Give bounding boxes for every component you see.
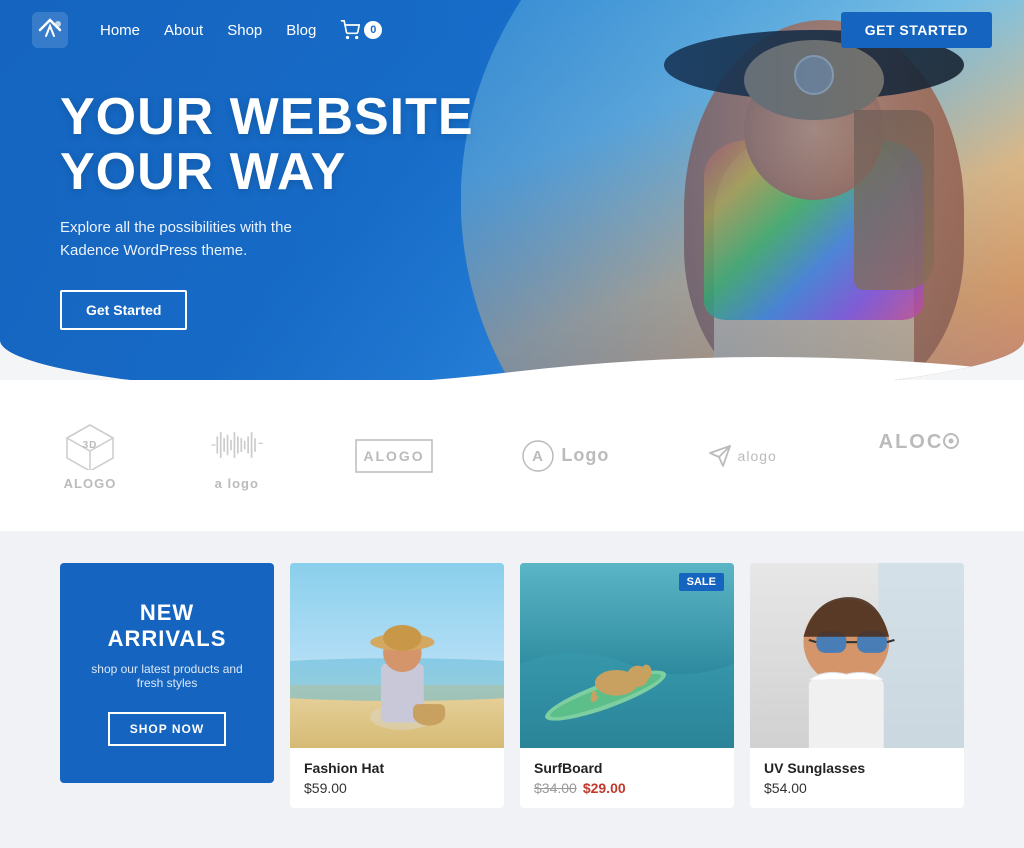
product-name-hat: Fashion Hat: [304, 760, 490, 776]
price-sale-surf: $29.00: [583, 780, 626, 796]
logos-strip: 3D ALOGO: [0, 380, 1024, 531]
navbar: Home About Shop Blog 0 GET STARTED: [0, 0, 1024, 60]
logo-5: alogo: [697, 431, 787, 481]
logo-1-text: ALOGO: [64, 476, 117, 491]
product-name-surf: SurfBoard: [534, 760, 720, 776]
product-image-glasses: [750, 563, 964, 748]
nav-links: Home About Shop Blog 0: [100, 20, 841, 40]
hero-title: YOUR WEBSITE YOUR WAY: [60, 90, 474, 199]
nav-home[interactable]: Home: [100, 22, 140, 39]
product-info-hat: Fashion Hat $59.00: [290, 748, 504, 808]
logo-4: A Logo: [520, 431, 610, 481]
svg-text:A: A: [532, 448, 544, 465]
cart-button[interactable]: 0: [340, 20, 382, 40]
nav-blog[interactable]: Blog: [286, 22, 316, 39]
hero-subtitle: Explore all the possibilities with theKa…: [60, 217, 474, 262]
product-price-glasses: $54.00: [764, 780, 950, 796]
cart-count: 0: [364, 21, 382, 39]
logo-1: 3D ALOGO: [60, 420, 120, 491]
price-original-surf: $34.00: [534, 780, 577, 796]
product-price-hat: $59.00: [304, 780, 490, 796]
logo-2-text: a logo: [215, 476, 259, 491]
product-info-surf: SurfBoard $34.00 $29.00: [520, 748, 734, 808]
product-image-surf: SALE: [520, 563, 734, 748]
site-logo[interactable]: [32, 12, 68, 48]
new-arrivals-subtitle: shop our latest products and fresh style…: [84, 662, 250, 690]
nav-shop[interactable]: Shop: [227, 22, 262, 39]
svg-text:3D: 3D: [82, 440, 97, 451]
logo-3: ALOGO: [354, 431, 434, 481]
logo-2: a logo: [207, 420, 267, 491]
product-price-surf: $34.00 $29.00: [534, 780, 720, 796]
sale-badge: SALE: [679, 573, 724, 591]
product-surfboard: SALE: [520, 563, 734, 808]
hero-section: Home About Shop Blog 0 GET STARTED: [0, 0, 1024, 400]
get-started-button[interactable]: GET STARTED: [841, 12, 992, 48]
nav-about[interactable]: About: [164, 22, 203, 39]
products-section: NEW ARRIVALS shop our latest products an…: [0, 531, 1024, 848]
products-grid: NEW ARRIVALS shop our latest products an…: [60, 563, 964, 808]
product-fashion-hat: Fashion Hat $59.00: [290, 563, 504, 808]
shop-now-button[interactable]: SHOP NOW: [108, 712, 226, 746]
product-image-beach: [290, 563, 504, 748]
product-info-glasses: UV Sunglasses $54.00: [750, 748, 964, 808]
svg-text:ALOGO: ALOGO: [363, 448, 424, 464]
hero-content: YOUR WEBSITE YOUR WAY Explore all the po…: [60, 90, 474, 330]
logo-6: ALOC: [874, 431, 964, 481]
new-arrivals-title: NEW ARRIVALS: [84, 600, 250, 652]
product-name-glasses: UV Sunglasses: [764, 760, 950, 776]
product-sunglasses: UV Sunglasses $54.00: [750, 563, 964, 808]
new-arrivals-card: NEW ARRIVALS shop our latest products an…: [60, 563, 274, 783]
hero-cta-button[interactable]: Get Started: [60, 290, 187, 330]
